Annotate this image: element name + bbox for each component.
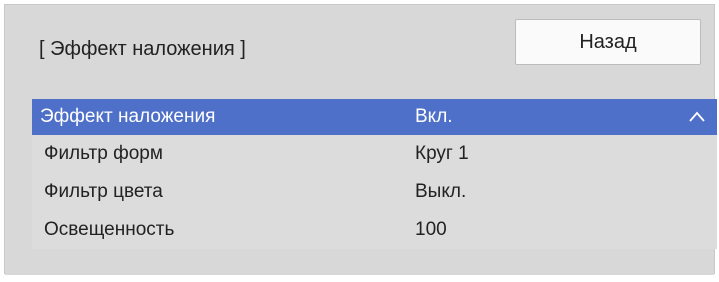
settings-panel: [ Эффект наложения ] Назад Эффект наложе… xyxy=(4,4,717,275)
chevron-up-icon[interactable] xyxy=(689,110,705,124)
panel-header: [ Эффект наложения ] Назад xyxy=(5,5,714,93)
menu-item-label: Эффект наложения xyxy=(40,106,216,127)
menu-item-value: 100 xyxy=(415,219,447,240)
menu-item-shape-filter[interactable]: Фильтр форм Круг 1 xyxy=(32,135,717,173)
settings-menu: Эффект наложения Вкл. Фильтр форм Круг 1… xyxy=(32,99,717,249)
menu-item-value: Вкл. xyxy=(415,106,453,127)
menu-item-label: Освещенность xyxy=(44,219,175,240)
menu-item-overlay-effect[interactable]: Эффект наложения Вкл. xyxy=(32,99,717,135)
menu-item-value: Круг 1 xyxy=(415,143,469,164)
page-title: [ Эффект наложения ] xyxy=(39,38,246,60)
menu-item-label: Фильтр форм xyxy=(44,143,163,164)
menu-item-value: Выкл. xyxy=(415,181,467,202)
back-button[interactable]: Назад xyxy=(515,19,701,65)
menu-item-brightness[interactable]: Освещенность 100 xyxy=(32,211,717,249)
menu-item-color-filter[interactable]: Фильтр цвета Выкл. xyxy=(32,173,717,211)
menu-item-label: Фильтр цвета xyxy=(44,181,163,202)
panel-footer xyxy=(5,251,714,275)
